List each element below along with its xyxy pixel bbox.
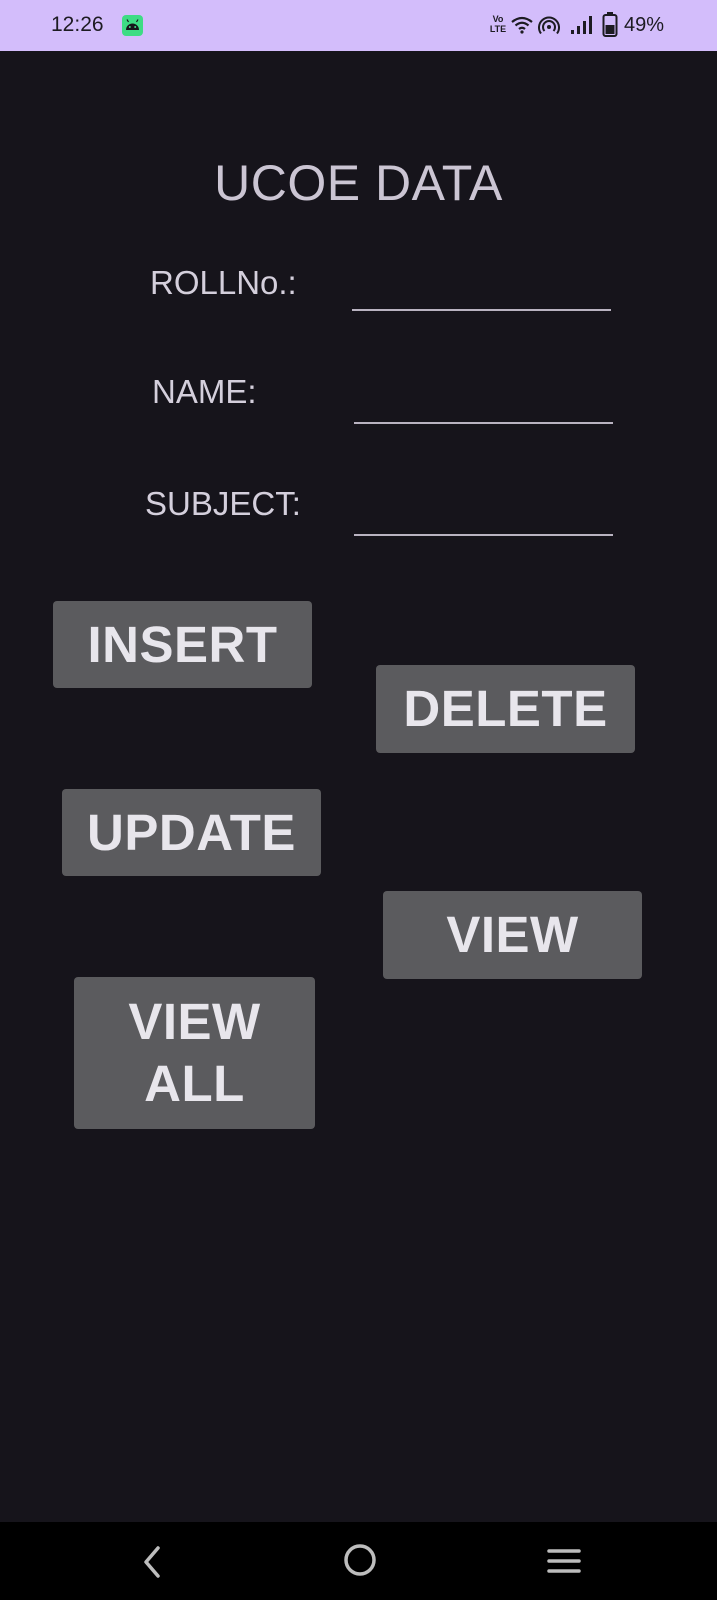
signal-icon [570,15,594,40]
subject-field[interactable] [354,534,613,536]
subject-label: SUBJECT: [145,485,301,522]
hotspot-icon [538,16,560,41]
name-label: NAME: [152,373,257,410]
battery-icon [602,12,618,43]
view-all-label-line2: ALL [144,1055,245,1112]
roll-no-field[interactable] [352,309,611,311]
status-time: 12:26 [51,13,104,36]
recents-icon[interactable] [546,1546,582,1581]
android-icon [122,15,143,36]
back-icon[interactable] [138,1544,166,1585]
wifi-icon [510,15,534,40]
roll-no-label: ROLLNo.: [150,264,297,301]
view-all-button[interactable]: VIEW ALL [74,977,315,1129]
delete-button[interactable]: DELETE [376,665,635,753]
navigation-bar [0,1522,717,1600]
app-screen: 12:26 Vo LTE 49% UCOE DATA ROLLNo.: NAME… [0,0,717,1600]
view-all-label-line1: VIEW [128,993,261,1050]
volte-icon: Vo LTE [489,14,507,34]
home-icon[interactable] [342,1542,378,1583]
view-button[interactable]: VIEW [383,891,642,979]
battery-percent: 49% [624,14,665,36]
page-title: UCOE DATA [214,155,503,211]
insert-button[interactable]: INSERT [53,601,312,688]
status-bar: 12:26 Vo LTE 49% [0,0,717,51]
name-field[interactable] [354,422,613,424]
update-button[interactable]: UPDATE [62,789,321,876]
